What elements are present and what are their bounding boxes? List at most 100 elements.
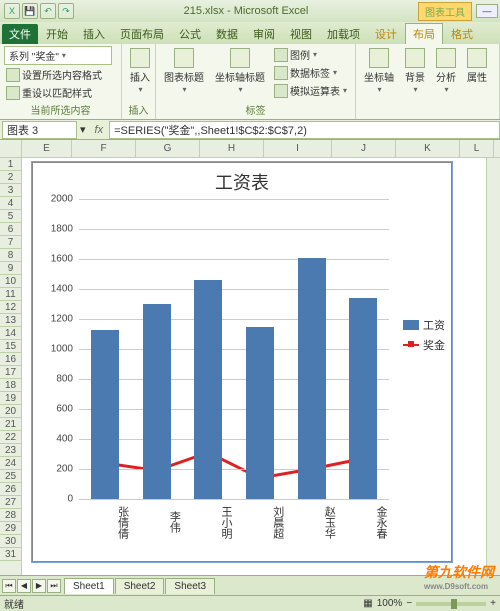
- tab-file[interactable]: 文件: [2, 24, 38, 44]
- row-header[interactable]: 6: [0, 223, 21, 236]
- namebox-dropdown-icon[interactable]: ▾: [77, 123, 89, 136]
- row-header[interactable]: 24: [0, 457, 21, 470]
- tab-design[interactable]: 设计: [368, 24, 404, 44]
- chart-title-button[interactable]: 图表标题: [160, 46, 208, 96]
- axes-button[interactable]: 坐标轴: [360, 46, 398, 96]
- col-header[interactable]: F: [72, 140, 136, 157]
- tab-review[interactable]: 审阅: [246, 24, 282, 44]
- background-button[interactable]: 背景: [401, 46, 429, 96]
- chart-element-selector[interactable]: 系列 "奖金": [4, 46, 112, 65]
- view-normal-icon[interactable]: ▦: [363, 598, 372, 609]
- analysis-button[interactable]: 分析: [432, 46, 460, 96]
- row-header[interactable]: 11: [0, 288, 21, 301]
- sheet-nav-next-icon[interactable]: ▶: [32, 579, 46, 593]
- chart-x-axis[interactable]: 张倩倩李伟王小明刘晨超赵玉华金永春: [79, 501, 389, 541]
- row-header[interactable]: 22: [0, 431, 21, 444]
- chart-bar[interactable]: [349, 298, 377, 499]
- row-header[interactable]: 9: [0, 262, 21, 275]
- chart-title[interactable]: 工资表: [33, 163, 451, 197]
- row-header[interactable]: 13: [0, 314, 21, 327]
- tab-pagelayout[interactable]: 页面布局: [113, 24, 171, 44]
- row-header[interactable]: 27: [0, 496, 21, 509]
- row-header[interactable]: 26: [0, 483, 21, 496]
- sheet-nav-last-icon[interactable]: ⏭: [47, 579, 61, 593]
- tab-view[interactable]: 视图: [283, 24, 319, 44]
- formula-bar[interactable]: =SERIES("奖金",,Sheet1!$C$2:$C$7,2): [109, 121, 500, 139]
- sheet-nav-prev-icon[interactable]: ◀: [17, 579, 31, 593]
- insert-button[interactable]: 插入: [126, 46, 154, 96]
- format-selection-button[interactable]: 设置所选内容格式: [4, 66, 112, 83]
- row-header[interactable]: 7: [0, 236, 21, 249]
- col-header[interactable]: E: [22, 140, 72, 157]
- row-header[interactable]: 12: [0, 301, 21, 314]
- row-header[interactable]: 18: [0, 379, 21, 392]
- tab-insert[interactable]: 插入: [76, 24, 112, 44]
- zoom-slider[interactable]: [416, 602, 486, 606]
- sheet-tab-3[interactable]: Sheet3: [165, 578, 215, 594]
- col-header[interactable]: J: [332, 140, 396, 157]
- worksheet-grid[interactable]: 工资表 020040060080010001200140016001800200…: [22, 158, 500, 588]
- row-header[interactable]: 28: [0, 509, 21, 522]
- row-header[interactable]: 1: [0, 158, 21, 171]
- chart-bar[interactable]: [298, 258, 326, 500]
- chart-legend[interactable]: 工资 奖金: [403, 313, 445, 357]
- row-header[interactable]: 17: [0, 366, 21, 379]
- axis-title-button[interactable]: 坐标轴标题: [211, 46, 269, 96]
- properties-button[interactable]: 属性: [463, 46, 491, 86]
- chart-bar[interactable]: [246, 327, 274, 500]
- row-header[interactable]: 29: [0, 522, 21, 535]
- row-header[interactable]: 15: [0, 340, 21, 353]
- data-labels-button[interactable]: 数据标签: [272, 64, 349, 81]
- sheet-nav-first-icon[interactable]: ⏮: [2, 579, 16, 593]
- row-header[interactable]: 2: [0, 171, 21, 184]
- chart-bar[interactable]: [194, 280, 222, 499]
- tab-format[interactable]: 格式: [444, 24, 480, 44]
- reset-style-button[interactable]: 重设以匹配样式: [4, 84, 112, 101]
- col-header[interactable]: H: [200, 140, 264, 157]
- save-icon[interactable]: 💾: [22, 3, 38, 19]
- row-header[interactable]: 20: [0, 405, 21, 418]
- tab-home[interactable]: 开始: [39, 24, 75, 44]
- row-header[interactable]: 16: [0, 353, 21, 366]
- row-header[interactable]: 8: [0, 249, 21, 262]
- sheet-tab-2[interactable]: Sheet2: [115, 578, 165, 594]
- col-header[interactable]: G: [136, 140, 200, 157]
- col-header[interactable]: I: [264, 140, 332, 157]
- row-header[interactable]: 21: [0, 418, 21, 431]
- tab-data[interactable]: 数据: [209, 24, 245, 44]
- zoom-in-icon[interactable]: +: [490, 598, 496, 609]
- tab-layout[interactable]: 布局: [405, 23, 443, 44]
- row-header[interactable]: 14: [0, 327, 21, 340]
- row-header[interactable]: 10: [0, 275, 21, 288]
- legend-item-bar[interactable]: 工资: [403, 317, 445, 333]
- chart-bar[interactable]: [143, 304, 171, 499]
- chart-bar[interactable]: [91, 330, 119, 500]
- row-header[interactable]: 30: [0, 535, 21, 548]
- tab-formulas[interactable]: 公式: [172, 24, 208, 44]
- row-header[interactable]: 31: [0, 548, 21, 561]
- undo-icon[interactable]: ↶: [40, 3, 56, 19]
- row-header[interactable]: 19: [0, 392, 21, 405]
- chart-plot-area[interactable]: [79, 199, 389, 499]
- row-header[interactable]: 25: [0, 470, 21, 483]
- fx-icon[interactable]: fx: [89, 124, 110, 136]
- data-table-button[interactable]: 模拟运算表: [272, 82, 349, 99]
- row-header[interactable]: 23: [0, 444, 21, 457]
- col-header[interactable]: K: [396, 140, 460, 157]
- zoom-out-icon[interactable]: −: [406, 598, 412, 609]
- name-box[interactable]: 图表 3: [2, 121, 77, 139]
- chart-y-axis[interactable]: 0200400600800100012001400160018002000: [33, 199, 77, 499]
- legend-item-line[interactable]: 奖金: [403, 337, 445, 353]
- redo-icon[interactable]: ↷: [58, 3, 74, 19]
- row-header[interactable]: 4: [0, 197, 21, 210]
- row-header[interactable]: 3: [0, 184, 21, 197]
- row-header[interactable]: 5: [0, 210, 21, 223]
- vertical-scrollbar[interactable]: [486, 158, 500, 588]
- embedded-chart[interactable]: 工资表 020040060080010001200140016001800200…: [32, 162, 452, 562]
- col-header[interactable]: L: [460, 140, 494, 157]
- sheet-tab-1[interactable]: Sheet1: [64, 578, 114, 594]
- tab-addins[interactable]: 加载项: [320, 24, 367, 44]
- minimize-button[interactable]: —: [476, 4, 498, 18]
- zoom-level[interactable]: 100%: [377, 598, 403, 609]
- legend-button[interactable]: 图例: [272, 46, 349, 63]
